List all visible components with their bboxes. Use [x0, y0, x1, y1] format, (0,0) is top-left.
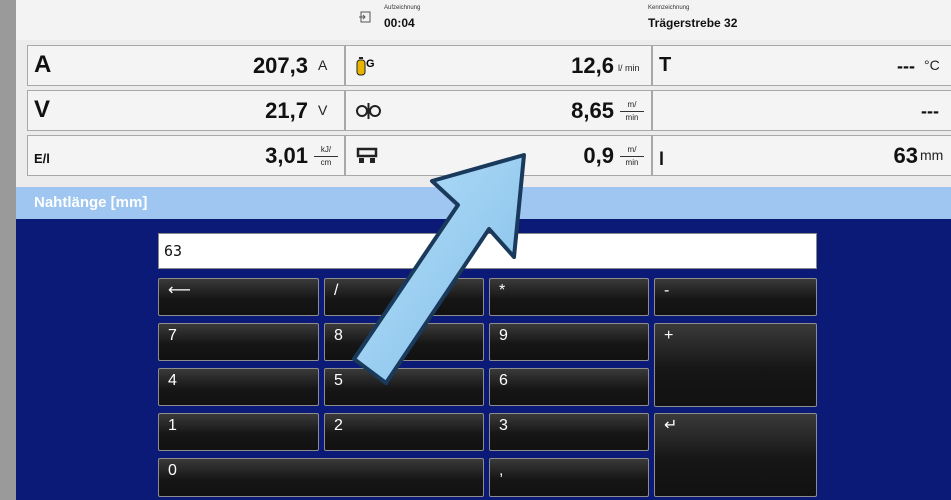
voltage-value: 21,7 — [265, 98, 308, 123]
energy-symbol: E/l — [34, 151, 50, 166]
energy-unit-den: cm — [320, 158, 332, 167]
minus-key[interactable]: - — [654, 278, 817, 316]
key-8[interactable]: 8 — [324, 323, 484, 361]
backspace-key[interactable]: ⟵ — [158, 278, 319, 316]
divide-key[interactable]: / — [324, 278, 484, 316]
recording-time: 00:04 — [384, 16, 415, 30]
keypad-title: Nahtlänge [mm] — [34, 194, 148, 211]
current-symbol: A — [34, 51, 52, 78]
key-5[interactable]: 5 — [324, 368, 484, 406]
plus-key[interactable]: + — [654, 323, 817, 407]
energy-cell: E/l 3,01 kJ/ cm — [27, 135, 345, 176]
temperature-value: --- — [897, 56, 915, 76]
gas-flow-cell: G 12,6 l/ min — [345, 45, 652, 86]
energy-unit: kJ/ cm — [314, 144, 338, 169]
voltage-symbol: V — [34, 96, 51, 123]
length-symbol: l — [659, 149, 665, 169]
recording-icon — [359, 11, 371, 23]
wire-feed-unit-num: m/ — [620, 99, 644, 112]
empty-cell: --- — [652, 90, 951, 131]
key-7[interactable]: 7 — [158, 323, 319, 361]
gas-symbol: G — [366, 58, 375, 70]
current-value: 207,3 — [252, 53, 308, 78]
current-cell: A 207,3 A — [27, 45, 345, 86]
key-9[interactable]: 9 — [489, 323, 649, 361]
temperature-unit: °C — [924, 57, 940, 73]
wire-feed-value: 8,65 — [571, 98, 614, 123]
length-value: 63 — [893, 143, 918, 168]
travel-speed-unit-num: m/ — [620, 144, 644, 157]
key-0[interactable]: 0 — [158, 458, 484, 497]
gas-flow-unit: l/ min — [618, 63, 640, 73]
length-unit: mm — [920, 147, 944, 163]
travel-speed-value: 0,9 — [583, 143, 614, 168]
voltage-cell: V 21,7 V — [27, 90, 345, 131]
id-value: Trägerstrebe 32 — [648, 16, 738, 30]
multiply-key[interactable]: * — [489, 278, 649, 316]
travel-speed-unit: m/ min — [620, 144, 644, 169]
key-3[interactable]: 3 — [489, 413, 649, 451]
energy-unit-num: kJ/ — [314, 144, 338, 157]
wire-feed-rollers-icon — [356, 103, 381, 119]
measurement-grid: A 207,3 A G 12,6 l/ min T --- °C V 21,7 … — [27, 45, 951, 179]
travel-speed-unit-den: min — [625, 158, 639, 167]
status-header: Aufzeichnung 00:04 Kennzeichnung Trägers… — [16, 0, 951, 40]
keypad-titlebar: Nahtlänge [mm] — [16, 187, 951, 219]
temperature-cell: T --- °C — [652, 45, 951, 86]
comma-key[interactable]: , — [489, 458, 649, 497]
gas-flow-value: 12,6 — [571, 53, 614, 78]
app-window: Aufzeichnung 00:04 Kennzeichnung Trägers… — [16, 0, 951, 500]
carriage-icon — [356, 147, 378, 163]
key-6[interactable]: 6 — [489, 368, 649, 406]
wire-feed-unit: m/ min — [620, 99, 644, 124]
wire-feed-cell: 8,65 m/ min — [345, 90, 652, 131]
key-4[interactable]: 4 — [158, 368, 319, 406]
energy-value: 3,01 — [265, 143, 308, 168]
enter-key[interactable]: ↵ — [654, 413, 817, 497]
recording-caption: Aufzeichnung — [384, 5, 421, 11]
travel-speed-cell: 0,9 m/ min — [345, 135, 652, 176]
voltage-unit: V — [318, 102, 328, 118]
wire-feed-unit-den: min — [625, 113, 639, 122]
current-unit: A — [318, 57, 328, 73]
keypad-display-input[interactable]: 63 — [158, 233, 817, 269]
empty-value: --- — [921, 101, 939, 121]
keypad-panel: 63 ⟵ / * - 7 8 9 + 4 5 6 1 2 3 ↵ 0 , — [16, 219, 951, 500]
id-caption: Kennzeichnung — [648, 5, 690, 11]
temperature-symbol: T — [659, 54, 672, 76]
key-2[interactable]: 2 — [324, 413, 484, 451]
key-1[interactable]: 1 — [158, 413, 319, 451]
length-cell: l 63 mm — [652, 135, 951, 176]
